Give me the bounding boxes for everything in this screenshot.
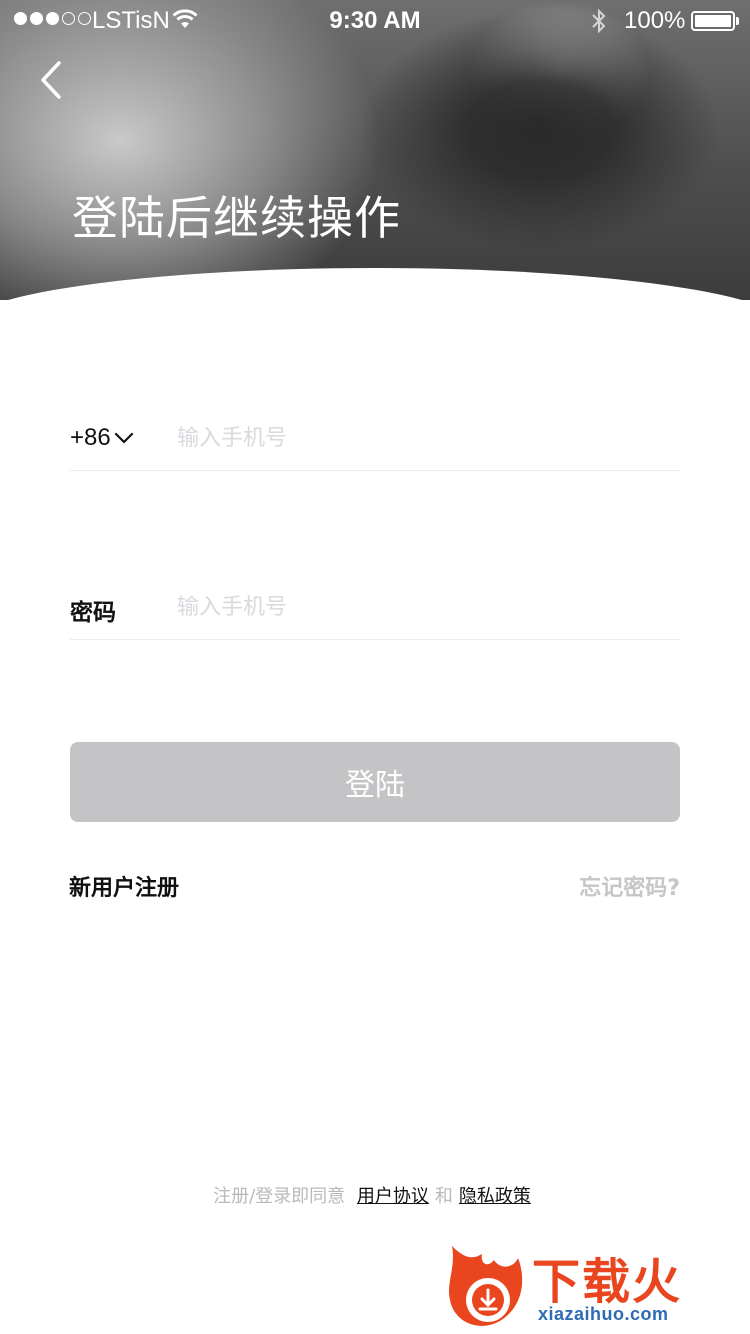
status-bar: LSTisN 9:30 AM 100% (0, 0, 750, 40)
watermark-logo: 下载火 xiazaihuo.com (442, 1238, 748, 1332)
phone-input[interactable] (177, 418, 677, 458)
login-screen: LSTisN 9:30 AM 100% 登陆后继续操作 +86 输入手机号 密码… (0, 0, 750, 1334)
agreement-text: 注册/登录即同意 用户协议和隐私政策 (0, 1182, 750, 1208)
forgot-password-link[interactable]: 忘记密码? (579, 870, 680, 902)
password-field-row: 密码 (70, 579, 680, 640)
watermark-url: xiazaihuo.com (538, 1304, 669, 1324)
hero-background-image (0, 0, 750, 300)
terms-link[interactable]: 用户协议 (357, 1186, 429, 1207)
agreement-and: 和 (434, 1186, 453, 1207)
back-button[interactable] (30, 56, 74, 104)
watermark-title: 下载火 (532, 1254, 683, 1310)
password-label: 密码 (70, 600, 116, 626)
chevron-down-icon (114, 432, 133, 444)
flame-logo-icon (449, 1246, 523, 1326)
battery-cap (736, 17, 739, 25)
privacy-link[interactable]: 隐私政策 (459, 1186, 531, 1207)
password-input[interactable] (177, 587, 677, 627)
phone-field-row: +86 (70, 410, 680, 471)
chevron-left-icon (41, 61, 61, 99)
country-code-label: +86 (70, 424, 111, 451)
register-link[interactable]: 新用户注册 (69, 870, 179, 902)
bluetooth-icon (590, 8, 608, 41)
battery-icon (691, 11, 735, 31)
country-code-selector[interactable]: +86 (70, 424, 135, 452)
battery-percent: 100% (624, 7, 686, 34)
hero-header (0, 0, 750, 300)
page-title: 登陆后继续操作 (72, 191, 401, 245)
agreement-prefix: 注册/登录即同意 (213, 1186, 346, 1207)
login-button[interactable]: 登陆 (70, 742, 680, 822)
